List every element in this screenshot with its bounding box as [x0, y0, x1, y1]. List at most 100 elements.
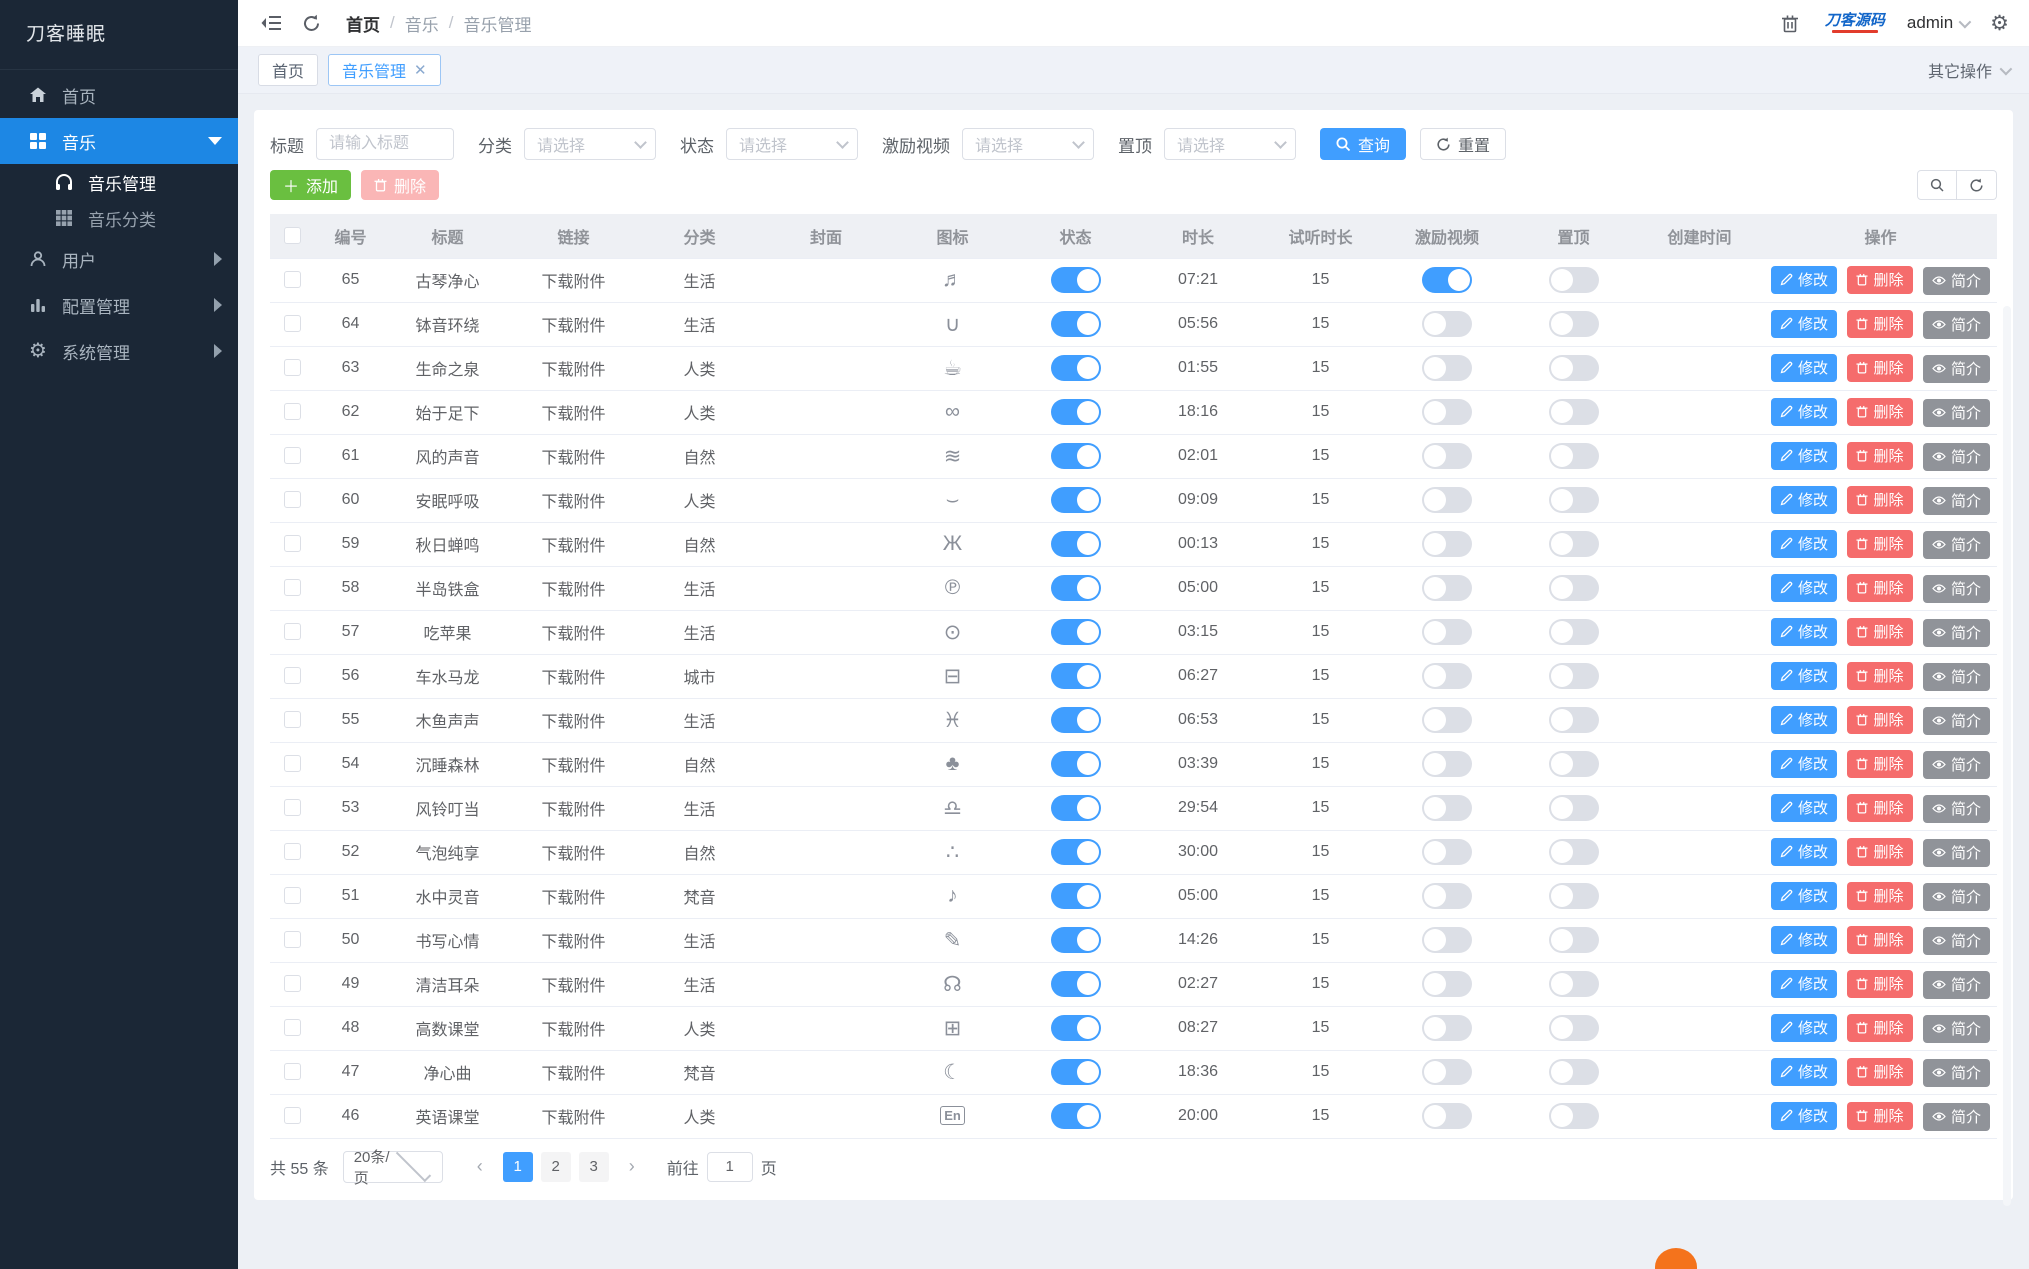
top-toggle[interactable] — [1548, 487, 1599, 513]
status-toggle[interactable] — [1050, 663, 1101, 689]
status-toggle[interactable] — [1050, 1015, 1101, 1041]
bulk-delete-button[interactable]: 删除 — [361, 170, 440, 200]
status-toggle[interactable] — [1050, 531, 1101, 557]
status-toggle[interactable] — [1050, 443, 1101, 469]
edit-button[interactable]: 修改 — [1771, 441, 1838, 470]
edit-button[interactable]: 修改 — [1771, 661, 1838, 690]
top-toggle[interactable] — [1548, 927, 1599, 953]
top-toggle[interactable] — [1548, 267, 1599, 293]
status-toggle[interactable] — [1050, 399, 1101, 425]
intro-button[interactable]: 简介 — [1922, 926, 1990, 955]
delete-button[interactable]: 删除 — [1847, 529, 1913, 558]
admin-menu[interactable]: admin — [1907, 13, 1972, 33]
row-checkbox[interactable] — [284, 359, 301, 377]
row-checkbox[interactable] — [284, 271, 301, 289]
row-link[interactable]: 下载附件 — [509, 566, 638, 611]
delete-button[interactable]: 删除 — [1847, 1101, 1913, 1130]
row-link[interactable]: 下载附件 — [509, 478, 638, 523]
status-toggle[interactable] — [1050, 707, 1101, 733]
reset-button[interactable]: 重置 — [1420, 128, 1507, 160]
delete-button[interactable]: 删除 — [1847, 661, 1913, 690]
select-all-checkbox[interactable] — [284, 227, 301, 245]
sidebar-item-users[interactable]: 用户 — [0, 236, 238, 282]
page-size-select[interactable]: 20条/页 — [342, 1146, 443, 1187]
top-toggle[interactable] — [1548, 1015, 1599, 1041]
delete-button[interactable]: 删除 — [1847, 397, 1913, 426]
reward-video-toggle[interactable] — [1422, 267, 1472, 293]
status-toggle[interactable] — [1050, 795, 1101, 821]
intro-button[interactable]: 简介 — [1922, 486, 1990, 515]
title-filter-input[interactable] — [316, 128, 454, 160]
delete-button[interactable]: 删除 — [1847, 485, 1913, 514]
edit-button[interactable]: 修改 — [1771, 1013, 1838, 1042]
top-toggle[interactable] — [1548, 311, 1599, 337]
top-toggle[interactable] — [1548, 663, 1599, 689]
status-toggle[interactable] — [1050, 267, 1101, 293]
reward-video-toggle[interactable] — [1422, 619, 1472, 645]
delete-button[interactable]: 删除 — [1847, 1057, 1913, 1086]
row-checkbox[interactable] — [284, 579, 301, 597]
delete-button[interactable]: 删除 — [1847, 309, 1913, 338]
prev-page-button[interactable]: ‹ — [465, 1152, 495, 1182]
row-link[interactable]: 下载附件 — [509, 1006, 638, 1051]
intro-button[interactable]: 简介 — [1922, 354, 1990, 383]
settings-gear-icon[interactable]: ⚙ — [1990, 11, 2009, 36]
row-checkbox[interactable] — [284, 315, 301, 333]
intro-button[interactable]: 简介 — [1922, 1058, 1990, 1087]
row-checkbox[interactable] — [284, 1063, 301, 1081]
reward-video-toggle[interactable] — [1422, 575, 1472, 601]
row-link[interactable]: 下载附件 — [509, 434, 638, 479]
reward-video-toggle[interactable] — [1422, 663, 1472, 689]
search-button[interactable]: 查询 — [1320, 128, 1407, 160]
edit-button[interactable]: 修改 — [1771, 397, 1838, 426]
row-link[interactable]: 下载附件 — [509, 302, 638, 347]
row-link[interactable]: 下载附件 — [509, 390, 638, 435]
intro-button[interactable]: 简介 — [1922, 662, 1990, 691]
brand-logo[interactable]: 刀客源码 — [1825, 13, 1885, 33]
reward-video-toggle[interactable] — [1422, 707, 1472, 733]
row-checkbox[interactable] — [284, 843, 301, 861]
status-toggle[interactable] — [1050, 883, 1101, 909]
status-toggle[interactable] — [1050, 487, 1101, 513]
top-toggle[interactable] — [1548, 619, 1599, 645]
row-link[interactable]: 下载附件 — [509, 1050, 638, 1095]
intro-button[interactable]: 简介 — [1922, 706, 1990, 735]
delete-button[interactable]: 删除 — [1847, 705, 1913, 734]
breadcrumb-home[interactable]: 首页 — [346, 11, 380, 36]
row-link[interactable]: 下载附件 — [509, 786, 638, 831]
edit-button[interactable]: 修改 — [1771, 1057, 1838, 1086]
top-toggle[interactable] — [1548, 399, 1599, 425]
top-toggle[interactable] — [1548, 1059, 1599, 1085]
row-checkbox[interactable] — [284, 931, 301, 949]
row-link[interactable]: 下载附件 — [509, 918, 638, 963]
top-toggle[interactable] — [1548, 795, 1599, 821]
row-link[interactable]: 下载附件 — [509, 346, 638, 391]
edit-button[interactable]: 修改 — [1771, 617, 1838, 646]
delete-button[interactable]: 删除 — [1847, 793, 1913, 822]
intro-button[interactable]: 简介 — [1922, 882, 1990, 911]
row-link[interactable]: 下载附件 — [509, 610, 638, 655]
row-link[interactable]: 下载附件 — [509, 1094, 638, 1139]
edit-button[interactable]: 修改 — [1771, 881, 1838, 910]
delete-button[interactable]: 删除 — [1847, 881, 1913, 910]
sidebar-fold-icon[interactable] — [258, 10, 284, 36]
table-refresh-button[interactable] — [1957, 170, 1997, 200]
delete-button[interactable]: 删除 — [1847, 749, 1913, 778]
row-checkbox[interactable] — [284, 491, 301, 509]
sidebar-item-system[interactable]: ⚙ 系统管理 — [0, 328, 238, 374]
row-checkbox[interactable] — [284, 975, 301, 993]
intro-button[interactable]: 简介 — [1922, 1014, 1990, 1043]
delete-button[interactable]: 删除 — [1847, 969, 1913, 998]
refresh-icon[interactable] — [298, 10, 324, 36]
next-page-button[interactable]: › — [617, 1152, 647, 1182]
row-link[interactable]: 下载附件 — [509, 962, 638, 1007]
edit-button[interactable]: 修改 — [1771, 705, 1838, 734]
row-link[interactable]: 下载附件 — [509, 742, 638, 787]
edit-button[interactable]: 修改 — [1771, 309, 1838, 338]
intro-button[interactable]: 简介 — [1922, 618, 1990, 647]
reward-video-toggle[interactable] — [1422, 795, 1472, 821]
edit-button[interactable]: 修改 — [1771, 749, 1838, 778]
row-link[interactable]: 下载附件 — [509, 522, 638, 567]
delete-button[interactable]: 删除 — [1847, 353, 1913, 382]
reward-select[interactable]: 请选择 — [962, 128, 1094, 160]
